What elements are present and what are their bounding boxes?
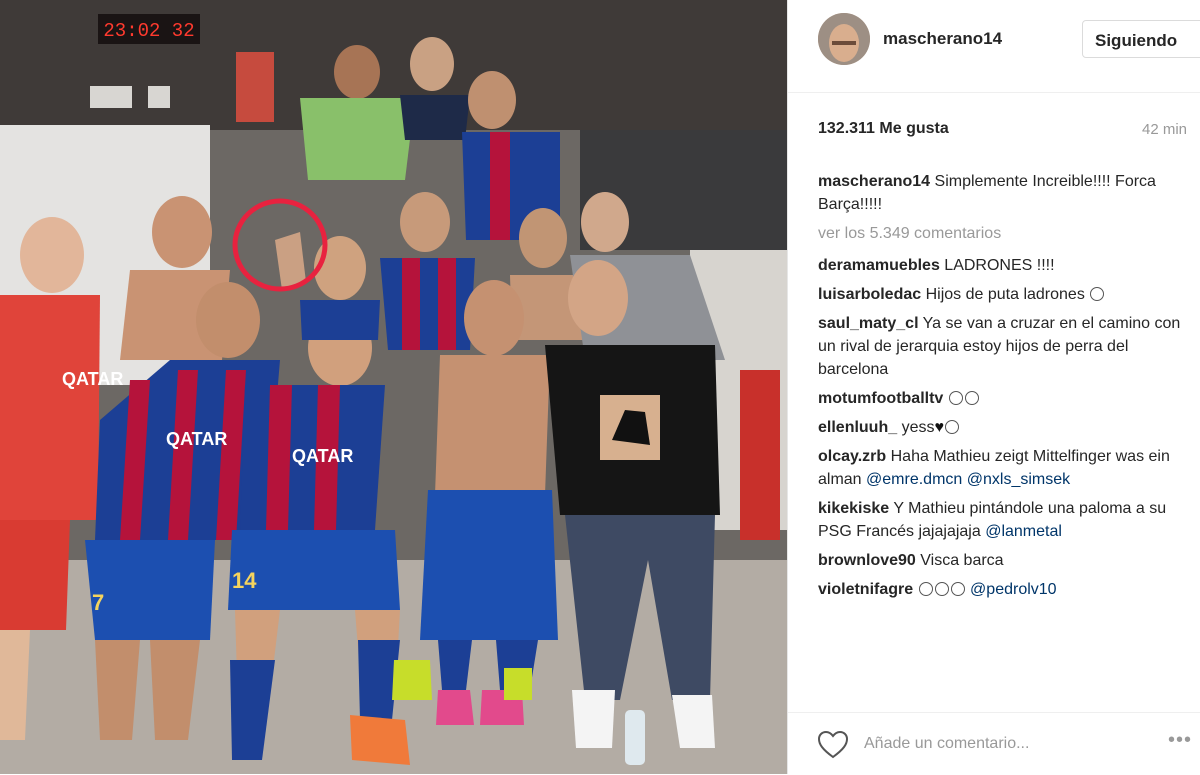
comment-username[interactable]: motumfootballtv — [818, 390, 943, 407]
comment-item: kikekiske Y Mathieu pintándole una palom… — [818, 497, 1188, 543]
comment-item: saul_maty_cl Ya se van a cruzar en el ca… — [818, 312, 1188, 381]
laughing-emoji-icon — [964, 391, 979, 405]
caption: mascherano14 Simplemente Increible!!!! F… — [818, 170, 1188, 216]
comment-item: violetnifagre @pedrolv10 — [818, 578, 1188, 601]
avatar[interactable] — [818, 13, 870, 65]
comment-username[interactable]: saul_maty_cl — [818, 315, 919, 332]
post-time[interactable]: 42 min — [1142, 121, 1187, 138]
team-celebration-image: 23:02 32 QATAR QATAR 7 QATAR 14 — [0, 0, 787, 774]
comment-mention[interactable]: @pedrolv10 — [970, 581, 1057, 598]
comment-item: olcay.zrb Haha Mathieu zeigt Mittelfinge… — [818, 445, 1188, 491]
comment-text: Hijos de puta ladrones — [925, 286, 1085, 303]
comment-text: Visca barca — [920, 552, 1004, 569]
more-options-icon[interactable]: ••• — [1168, 729, 1192, 752]
smiley-emoji-icon — [950, 582, 965, 596]
comment-text: LADRONES !!!! — [944, 257, 1055, 274]
following-button[interactable]: Siguiendo — [1082, 20, 1200, 58]
water-bottle — [625, 710, 645, 765]
comment-bar: Añade un comentario... ••• — [788, 712, 1200, 775]
smiley-emoji-icon — [918, 582, 933, 596]
smiley-emoji-icon — [944, 420, 959, 434]
like-count[interactable]: 132.311 Me gusta — [818, 120, 949, 138]
svg-text:14: 14 — [232, 568, 257, 593]
smiley-emoji-icon — [1090, 287, 1105, 301]
view-all-comments-link[interactable]: ver los 5.349 comentarios — [818, 222, 1188, 245]
comment-item: luisarboledac Hijos de puta ladrones — [818, 283, 1188, 306]
laughing-emoji-icon — [948, 391, 963, 405]
comment-mention[interactable]: @emre.dmcn — [866, 471, 962, 488]
comment-username[interactable]: brownlove90 — [818, 552, 916, 569]
comment-username[interactable]: violetnifagre — [818, 581, 913, 598]
comment-mention[interactable]: @lanmetal — [985, 523, 1062, 540]
comment-username[interactable]: deramamuebles — [818, 257, 940, 274]
username[interactable]: mascherano14 — [883, 29, 1002, 49]
svg-text:QATAR: QATAR — [62, 369, 123, 389]
comment-username[interactable]: luisarboledac — [818, 286, 921, 303]
caption-username[interactable]: mascherano14 — [818, 173, 930, 190]
comment-list: mascherano14 Simplemente Increible!!!! F… — [818, 170, 1188, 607]
comment-item: ellenluuh_ yess♥ — [818, 416, 1188, 439]
comment-mention[interactable]: @nxls_simsek — [967, 471, 1070, 488]
smiley-emoji-icon — [934, 582, 949, 596]
svg-text:7: 7 — [92, 590, 104, 615]
svg-text:QATAR: QATAR — [166, 429, 227, 449]
heart-emoji-icon: ♥ — [934, 419, 944, 436]
comment-username[interactable]: olcay.zrb — [818, 448, 886, 465]
comment-username[interactable]: kikekiske — [818, 500, 889, 517]
post-side-panel: mascherano14 Siguiendo 132.311 Me gusta … — [787, 0, 1200, 774]
post-photo: 23:02 32 QATAR QATAR 7 QATAR 14 — [0, 0, 787, 774]
comment-text: yess — [901, 419, 935, 436]
like-heart-icon[interactable] — [817, 730, 849, 764]
svg-text:QATAR: QATAR — [292, 446, 353, 466]
add-comment-input[interactable]: Añade un comentario... — [864, 735, 1029, 753]
comment-item: deramamuebles LADRONES !!!! — [818, 254, 1188, 277]
post-header: mascherano14 Siguiendo — [788, 0, 1200, 93]
comment-username[interactable]: ellenluuh_ — [818, 419, 897, 436]
clock-text: 23:02 32 — [103, 20, 194, 42]
comment-item: motumfootballtv — [818, 387, 1188, 410]
comment-item: brownlove90 Visca barca — [818, 549, 1188, 572]
